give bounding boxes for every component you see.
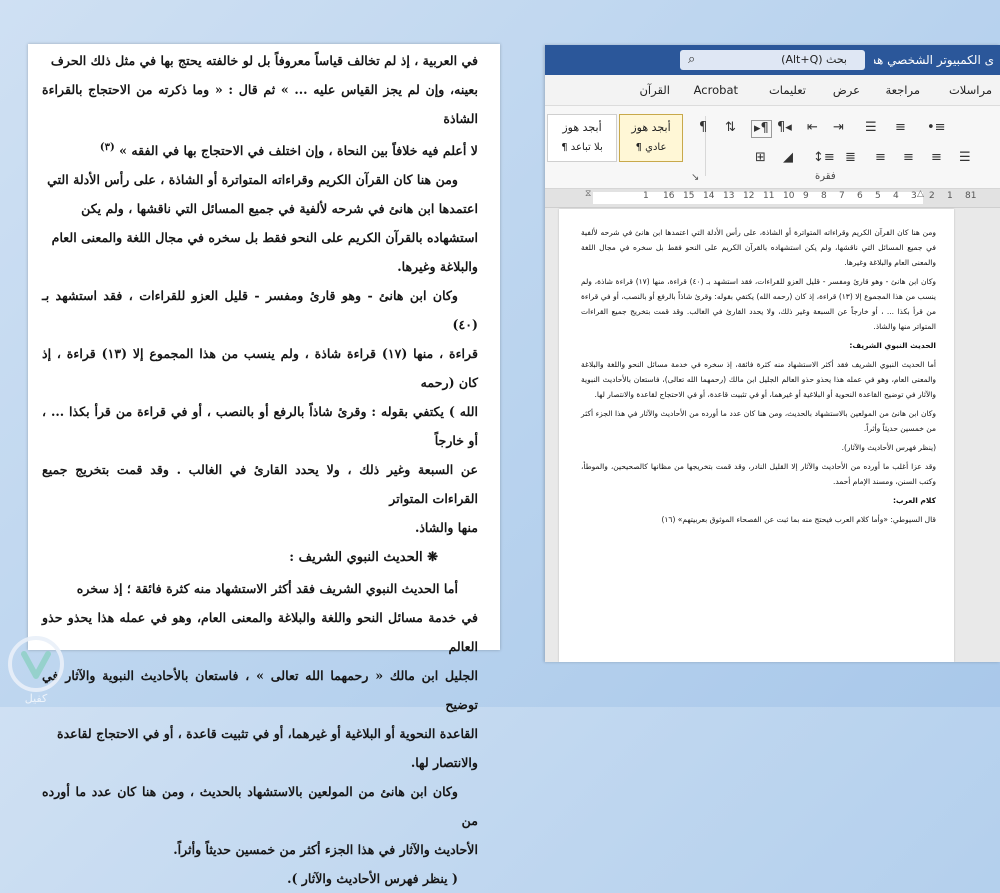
line-spacing-icon[interactable]: ↕≡ [813, 150, 835, 166]
tab-review[interactable]: مراجعة [885, 75, 920, 105]
scanned-book-page: في العربية ، إذ لم تخالف قياساً معروفاً … [28, 44, 500, 886]
style-name: ¶ بلا تباعد [561, 142, 603, 153]
ruler-number: 9 [803, 191, 809, 201]
doc-paragraph: (ينظر فهرس الأحاديث والآثار). [841, 443, 936, 452]
style-no-spacing[interactable]: أبجد هوز ¶ بلا تباعد [547, 114, 617, 162]
tab-mailings[interactable]: مراسلات [949, 75, 992, 105]
rtl-paragraph-icon[interactable]: ▸¶ [751, 120, 772, 138]
ruler-number: 3 [911, 191, 917, 201]
doc-paragraph: وكان ابن هانئ من المولعين بالاستشهاد بال… [581, 409, 936, 433]
scan-line: أما الحديث النبوي الشريف فقد أكثر الاستش… [76, 581, 458, 597]
doc-paragraph: أما الحديث النبوي الشريف فقد أكثر الاستش… [581, 360, 936, 399]
tab-quran[interactable]: القرآن [639, 75, 670, 105]
doc-paragraph: وقد عزا أغلب ما أورده من الأحاديث والآثا… [581, 462, 936, 486]
style-normal[interactable]: أبجد هوز ¶ عادي [619, 114, 683, 162]
scan-line: ومن هنا كان القرآن الكريم وقراءاته المتو… [47, 172, 458, 188]
ruler-number: 13 [723, 191, 735, 201]
word-window: ⌕ بحث (Alt+Q) ى الكمبيوتر الشخصي هذا مرا… [545, 45, 1000, 662]
ruler-number: 4 [893, 191, 899, 201]
document-page[interactable]: ومن هنا كان القرآن الكريم وقراءاته المتو… [559, 209, 954, 662]
title-bar: ⌕ بحث (Alt+Q) ى الكمبيوتر الشخصي هذا [545, 45, 1000, 75]
scan-line: في العربية ، إذ لم تخالف قياساً معروفاً … [50, 53, 478, 68]
styles-dialog-launcher-icon[interactable]: ↘ [691, 172, 699, 183]
scan-line: ( ينظر فهرس الأحاديث والآثار ). [287, 871, 458, 887]
search-icon: ⌕ [688, 52, 696, 67]
ruler-number: 8 [821, 191, 827, 201]
ltr-paragraph-icon[interactable]: ¶◂ [777, 120, 792, 136]
sort-icon[interactable]: ⇅ [725, 120, 736, 136]
ribbon-home: أبجد هوز ¶ عادي أبجد هوز ¶ بلا تباعد ↘ ¶… [545, 106, 1000, 189]
scan-heading: ❋ الحديث النبوي الشريف : [289, 550, 438, 566]
ruler-number: 11 [763, 191, 775, 201]
style-sample: أبجد هوز [562, 121, 602, 134]
scan-line: الجليل ابن مالك « رحمهما الله تعالى » ، … [42, 668, 478, 713]
style-sample: أبجد هوز [631, 121, 671, 134]
decrease-indent-icon[interactable]: ⇤ [807, 120, 818, 136]
scan-line: الله ) يكتفي بقوله : وقرئ شاذاً بالرفع أ… [42, 404, 478, 449]
doc-heading: كلام العرب: [893, 496, 936, 505]
footnote-mark: (٣) [99, 142, 115, 153]
scan-line: والبلاغة وغيرها. [397, 259, 478, 275]
shading-icon[interactable]: ◢ [783, 150, 793, 166]
scan-line: قراءة ، منها (١٧) قراءة شاذة ، ولم ينسب … [42, 346, 478, 391]
paragraph-group-label: فقرة [815, 171, 836, 182]
scan-line-text: لا أعلم فيه خلافاً بين النحاة ، وإن اختل… [119, 143, 478, 159]
numbering-icon[interactable]: ≡ [895, 120, 906, 136]
indent-marker-icon[interactable]: △ [917, 189, 924, 199]
ruler-number: 14 [703, 191, 715, 201]
ribbon-tabs: مراسلات مراجعة عرض تعليمات Acrobat القرآ… [545, 75, 1000, 106]
scan-line: استشهاده بالقرآن الكريم على النحو فقط بل… [51, 230, 478, 246]
multilevel-list-icon[interactable]: ☰ [865, 120, 877, 136]
tab-help[interactable]: تعليمات [769, 75, 806, 105]
document-title: ى الكمبيوتر الشخصي هذا [874, 53, 994, 67]
search-box[interactable]: ⌕ بحث (Alt+Q) [680, 50, 865, 70]
pilcrow-icon[interactable]: ¶ [699, 120, 707, 136]
justify-icon[interactable]: ☰ [959, 150, 971, 166]
scan-line: وكان ابن هانئ - وهو قارئ ومفسر - قليل ال… [42, 288, 478, 333]
ruler-number: 1 [643, 191, 649, 201]
ruler-number: 1 [947, 191, 953, 201]
doc-paragraph: وكان ابن هانئ - وهو قارئ ومفسر - قليل ال… [581, 277, 937, 331]
ruler-number: 16 [663, 191, 675, 201]
ruler-number: 15 [683, 191, 695, 201]
ruler-number: 2 [929, 191, 935, 201]
scan-line: لا أعلم فيه خلافاً بين النحاة ، وإن اختل… [42, 133, 478, 165]
align-left-icon[interactable]: ≡ [931, 150, 942, 166]
scan-line: والانتصار لها. [410, 755, 478, 771]
horizontal-ruler[interactable]: 81 1 2 3 4 5 6 7 8 9 10 11 12 13 14 15 1… [545, 189, 1000, 208]
scan-line: في خدمة مسائل النحو واللغة والبلاغة والم… [42, 610, 478, 655]
doc-heading: الحديث النبوي الشريف: [849, 341, 936, 350]
indent-marker-icon[interactable]: ⧖ [585, 189, 591, 199]
tab-view[interactable]: عرض [833, 75, 860, 105]
logo-watermark: كفيل [8, 636, 64, 705]
scan-line: منها والشاذ. [414, 520, 478, 536]
tab-acrobat[interactable]: Acrobat [694, 75, 738, 105]
doc-paragraph: قال السيوطي: «وأما كلام العرب فيحتج منه … [661, 515, 936, 524]
ruler-number: 6 [857, 191, 863, 201]
ruler-number: 7 [839, 191, 845, 201]
scan-line: اعتمدها ابن هانئ في شرحه لألفية في جميع … [81, 201, 478, 217]
search-placeholder: بحث (Alt+Q) [781, 53, 847, 66]
style-name: ¶ عادي [635, 142, 667, 153]
doc-paragraph: ومن هنا كان القرآن الكريم وقراءاته المتو… [581, 228, 936, 267]
bullets-icon[interactable]: •≡ [927, 120, 946, 136]
ruler-number: 5 [875, 191, 881, 201]
scan-line: بعينه، وإن لم يجز القياس عليه ... » ثم ق… [42, 82, 478, 126]
borders-icon[interactable]: ⊞ [755, 150, 766, 166]
ruler-number: 10 [783, 191, 795, 201]
align-right-icon[interactable]: ≡ [875, 150, 886, 166]
align-distributed-icon[interactable]: ≣ [845, 150, 856, 166]
logo-text: كفيل [25, 692, 48, 705]
ruler-number: 81 [965, 191, 977, 201]
increase-indent-icon[interactable]: ⇥ [833, 120, 844, 136]
scan-line: الأحاديث والآثار في هذا الجزء أكثر من خم… [173, 842, 478, 858]
scan-line: عن السبعة وغير ذلك ، ولا يحدد القارئ في … [42, 462, 478, 507]
align-center-icon[interactable]: ≡ [903, 150, 914, 166]
scan-line: وكان ابن هانئ من المولعين بالاستشهاد بال… [42, 784, 478, 829]
scan-line: القاعدة النحوية أو البلاغية أو غيرهما، أ… [56, 726, 478, 742]
ruler-number: 12 [743, 191, 755, 201]
